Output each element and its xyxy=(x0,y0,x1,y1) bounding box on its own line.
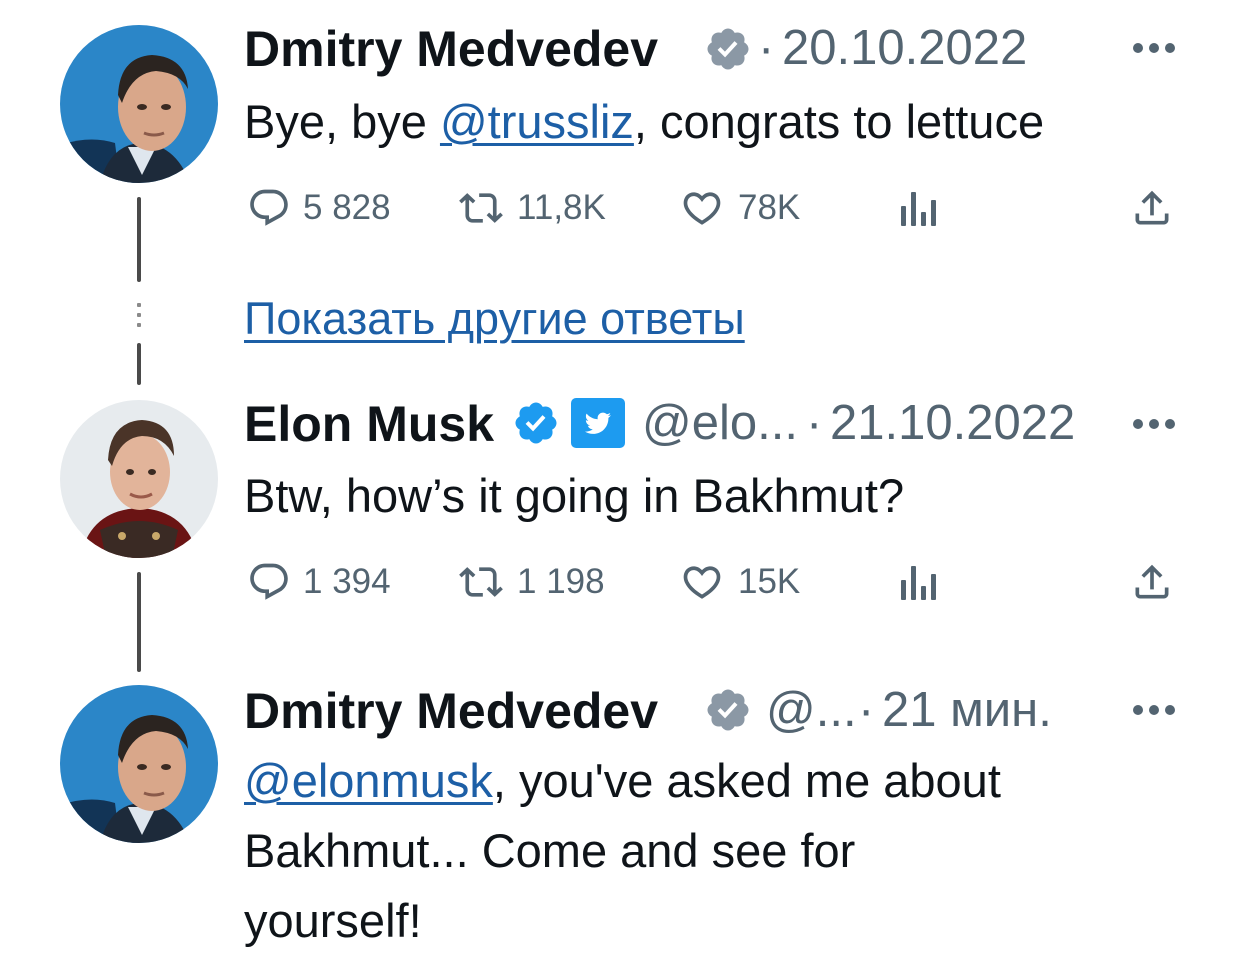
tweet-date[interactable]: 21.10.2022 xyxy=(830,399,1075,448)
like-count: 15K xyxy=(738,562,801,601)
avatar-medvedev[interactable] xyxy=(60,25,218,183)
views-button[interactable] xyxy=(895,560,939,604)
tweet-text: Btw, how’s it going in Bakhmut? xyxy=(244,469,905,522)
avatar-image xyxy=(60,685,218,843)
tweet-date[interactable]: 21 мин. xyxy=(882,686,1052,735)
like-count: 78K xyxy=(738,188,801,227)
avatar-musk[interactable] xyxy=(60,400,218,558)
tweet-text-line-1: @elonmusk, you've asked me about xyxy=(244,746,1001,816)
show-more-replies-link[interactable]: Показать другие ответы xyxy=(244,293,745,345)
views-icon xyxy=(901,566,936,600)
reply-icon xyxy=(250,189,288,226)
tweet-text-after: , you've asked me about xyxy=(492,754,1001,807)
reply-button[interactable]: 5 828 xyxy=(247,186,391,230)
reply-button[interactable]: 1 394 xyxy=(247,560,391,604)
retweet-button[interactable]: 1 198 xyxy=(457,560,605,604)
thread-dot xyxy=(137,313,141,317)
tweet-text-line-3: yourself! xyxy=(244,894,422,947)
verified-badge-icon xyxy=(707,689,749,731)
reply-count: 1 394 xyxy=(303,562,391,601)
views-button[interactable] xyxy=(895,186,939,230)
author-handle[interactable]: @... xyxy=(766,686,857,735)
tweet-text: Bye, bye @trussliz, congrats to lettuce xyxy=(244,87,1044,157)
more-icon[interactable] xyxy=(1132,418,1176,430)
retweet-icon xyxy=(459,193,503,223)
retweet-button[interactable]: 11,8K xyxy=(457,186,606,230)
views-icon xyxy=(901,192,936,226)
reply-count: 5 828 xyxy=(303,188,391,227)
avatar-image xyxy=(60,400,218,558)
thread-line xyxy=(137,572,141,672)
tweet-date[interactable]: 20.10.2022 xyxy=(782,24,1027,73)
more-icon[interactable] xyxy=(1132,42,1176,54)
tweet-separator: · xyxy=(758,21,775,75)
mention-link[interactable]: @elonmusk xyxy=(244,754,493,807)
retweet-count: 1 198 xyxy=(517,562,605,601)
twitter-logo-icon xyxy=(571,398,625,448)
tweet-separator: · xyxy=(858,683,875,737)
share-button[interactable] xyxy=(1130,560,1174,604)
author-name[interactable]: Elon Musk xyxy=(244,399,494,449)
like-icon xyxy=(683,192,721,225)
share-icon xyxy=(1135,190,1169,225)
thread-dot xyxy=(137,303,141,307)
reply-icon xyxy=(250,563,288,600)
thread-line xyxy=(137,197,141,282)
retweet-icon xyxy=(459,567,503,597)
share-button[interactable] xyxy=(1130,186,1174,230)
retweet-count: 11,8K xyxy=(517,188,606,227)
verified-badge-icon xyxy=(707,28,749,70)
author-name[interactable]: Dmitry Medvedev xyxy=(244,24,658,74)
author-name[interactable]: Dmitry Medvedev xyxy=(244,686,658,736)
tweet-separator: · xyxy=(806,396,823,450)
share-icon xyxy=(1135,564,1169,599)
like-icon xyxy=(683,566,721,599)
avatar-medvedev[interactable] xyxy=(60,685,218,843)
avatar-image xyxy=(60,25,218,183)
tweet-text-before: Bye, bye xyxy=(244,95,440,148)
thread-line xyxy=(137,343,141,385)
author-handle[interactable]: @elo... xyxy=(642,399,798,448)
like-button[interactable]: 78K xyxy=(678,186,800,230)
verified-badge-icon xyxy=(515,402,557,444)
tweet-text-after: , congrats to lettuce xyxy=(633,95,1045,148)
more-icon[interactable] xyxy=(1132,704,1176,716)
like-button[interactable]: 15K xyxy=(678,560,800,604)
mention-link[interactable]: @trussliz xyxy=(440,95,634,148)
thread-dot xyxy=(137,323,141,327)
tweet-text-line-2: Bakhmut... Come and see for xyxy=(244,824,856,877)
